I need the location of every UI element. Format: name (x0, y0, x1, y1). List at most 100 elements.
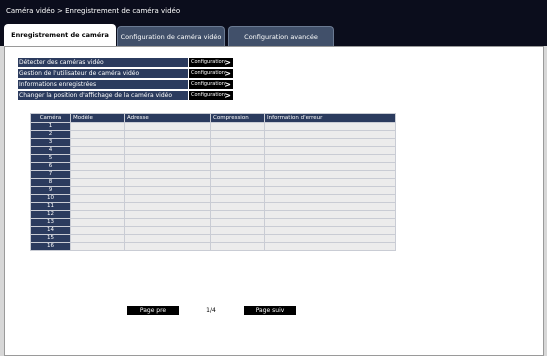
chevron-right-icon: > (224, 91, 231, 100)
model-cell (70, 170, 125, 179)
camera-number-cell: 14 (30, 226, 71, 235)
next-page-button[interactable]: Page suiv (244, 306, 296, 315)
table-row[interactable]: 7 (30, 170, 396, 179)
compression-cell (210, 226, 265, 235)
tab-advanced-configuration[interactable]: Configuration avancée (228, 26, 334, 46)
model-cell (70, 186, 125, 195)
camera-number-cell: 2 (30, 130, 71, 139)
compression-cell (210, 146, 265, 155)
address-cell (124, 210, 211, 219)
configuration-button[interactable]: Configuration > (189, 69, 233, 78)
address-cell (124, 130, 211, 139)
model-cell (70, 130, 125, 139)
menu-label: Détecter des caméras vidéo (18, 58, 188, 67)
compression-cell (210, 170, 265, 179)
camera-number-cell: 12 (30, 210, 71, 219)
table-row[interactable]: 11 (30, 202, 396, 211)
table-row[interactable]: 5 (30, 154, 396, 163)
compression-cell (210, 154, 265, 163)
table-row[interactable]: 15 (30, 234, 396, 243)
address-cell (124, 226, 211, 235)
model-cell (70, 178, 125, 187)
configuration-button[interactable]: Configuration > (189, 80, 233, 89)
column-header-model: Modèle (70, 113, 125, 123)
table-row[interactable]: 6 (30, 162, 396, 171)
model-cell (70, 154, 125, 163)
compression-cell (210, 210, 265, 219)
error-info-cell (264, 130, 396, 139)
configuration-button-label: Configuration (191, 59, 225, 65)
address-cell (124, 170, 211, 179)
error-info-cell (264, 226, 396, 235)
tab-camera-registration[interactable]: Enregistrement de caméra vidéo (4, 24, 116, 61)
column-header-camera: Caméra (30, 113, 71, 123)
menu-label: Changer la position d'affichage de la ca… (18, 91, 188, 100)
camera-number-cell: 11 (30, 202, 71, 211)
error-info-cell (264, 210, 396, 219)
column-header-error-info: Information d'erreur (264, 113, 396, 123)
camera-number-cell: 5 (30, 154, 71, 163)
compression-cell (210, 178, 265, 187)
table-row[interactable]: 16 (30, 242, 396, 251)
menu-row-user-management: Gestion de l'utilisateur de caméra vidéo… (18, 69, 233, 79)
camera-number-cell: 13 (30, 218, 71, 227)
table-row[interactable]: 1 (30, 122, 396, 131)
error-info-cell (264, 170, 396, 179)
error-info-cell (264, 194, 396, 203)
camera-number-cell: 4 (30, 146, 71, 155)
table-row[interactable]: 3 (30, 138, 396, 147)
address-cell (124, 154, 211, 163)
model-cell (70, 210, 125, 219)
error-info-cell (264, 138, 396, 147)
error-info-cell (264, 242, 396, 251)
menu-label: Gestion de l'utilisateur de caméra vidéo (18, 69, 188, 78)
camera-number-cell: 9 (30, 186, 71, 195)
address-cell (124, 218, 211, 227)
error-info-cell (264, 218, 396, 227)
previous-page-button[interactable]: Page pre (127, 306, 179, 315)
table-row[interactable]: 8 (30, 178, 396, 187)
model-cell (70, 234, 125, 243)
table-row[interactable]: 12 (30, 210, 396, 219)
table-row[interactable]: 13 (30, 218, 396, 227)
error-info-cell (264, 186, 396, 195)
compression-cell (210, 234, 265, 243)
address-cell (124, 122, 211, 131)
model-cell (70, 138, 125, 147)
compression-cell (210, 202, 265, 211)
table-row[interactable]: 2 (30, 130, 396, 139)
configuration-button-label: Configuration (191, 92, 225, 98)
chevron-right-icon: > (224, 69, 231, 78)
table-row[interactable]: 4 (30, 146, 396, 155)
model-cell (70, 122, 125, 131)
menu-label: Informations enregistrées (18, 80, 188, 89)
camera-registration-screen: Caméra vidéo > Enregistrement de caméra … (0, 0, 547, 356)
tab-bar: Enregistrement de caméra vidéo Configura… (0, 22, 547, 61)
compression-cell (210, 218, 265, 227)
configuration-button[interactable]: Configuration > (189, 58, 233, 67)
menu-row-detect-cameras: Détecter des caméras vidéo Configuration… (18, 58, 233, 68)
address-cell (124, 194, 211, 203)
address-cell (124, 186, 211, 195)
breadcrumb: Caméra vidéo > Enregistrement de caméra … (0, 0, 547, 22)
model-cell (70, 218, 125, 227)
camera-number-cell: 8 (30, 178, 71, 187)
table-row[interactable]: 10 (30, 194, 396, 203)
table-row[interactable]: 9 (30, 186, 396, 195)
camera-number-cell: 6 (30, 162, 71, 171)
column-header-compression: Compression (210, 113, 265, 123)
camera-number-cell: 7 (30, 170, 71, 179)
chevron-right-icon: > (224, 58, 231, 67)
model-cell (70, 242, 125, 251)
table-row[interactable]: 14 (30, 226, 396, 235)
address-cell (124, 178, 211, 187)
tab-camera-configuration[interactable]: Configuration de caméra vidéo (117, 26, 225, 46)
configuration-button[interactable]: Configuration > (189, 91, 233, 100)
camera-table: Caméra Modèle Adresse Compression Inform… (30, 113, 396, 251)
chevron-right-icon: > (224, 80, 231, 89)
compression-cell (210, 130, 265, 139)
column-header-address: Adresse (124, 113, 211, 123)
error-info-cell (264, 162, 396, 171)
address-cell (124, 234, 211, 243)
error-info-cell (264, 122, 396, 131)
